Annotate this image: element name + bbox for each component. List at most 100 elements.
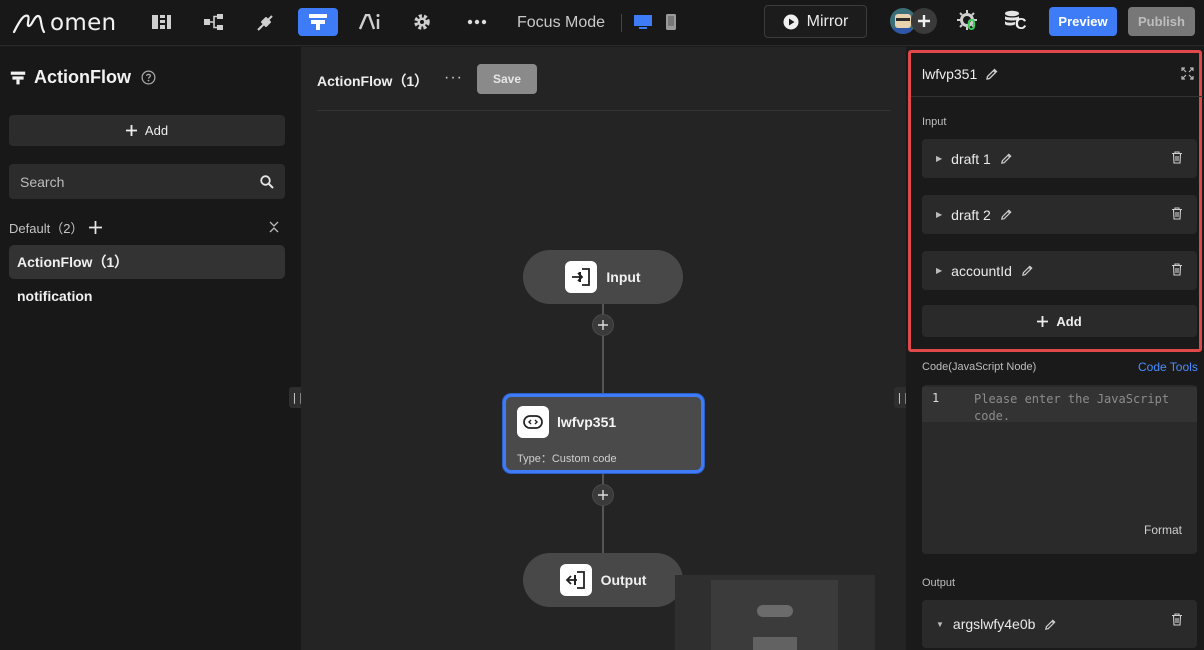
add-label: Add (144, 123, 169, 138)
node-config-panel: lwfvp351 Input ▶ draft 1 ▶ draft 2 ▶ acc… (906, 47, 1204, 650)
group-label: Default（2） (9, 220, 84, 236)
edit-pencil-icon[interactable] (1021, 264, 1034, 277)
edit-pencil-icon[interactable] (985, 67, 999, 81)
more-button[interactable] (457, 8, 497, 36)
plugin-icon (257, 15, 273, 31)
settings-button[interactable] (402, 8, 442, 36)
help-icon[interactable] (141, 70, 156, 85)
canvas-header-divider (317, 110, 890, 111)
output-node-icon (559, 564, 592, 596)
output-node[interactable]: Output (523, 553, 683, 607)
pages-icon (152, 15, 171, 29)
add-actionflow-button[interactable]: Add (9, 115, 285, 146)
plus-icon (918, 15, 930, 27)
group-header[interactable]: Default（2） (9, 218, 285, 236)
param-name: argslwfy4e0b (952, 616, 1036, 632)
input-param-accountid[interactable]: ▶ accountId (922, 251, 1197, 290)
toolbar-divider (621, 14, 622, 32)
focus-mode-label[interactable]: Focus Mode (517, 14, 605, 32)
plugin-button[interactable] (246, 8, 286, 36)
code-editor[interactable]: 1 Please enter the JavaScript code. Form… (922, 385, 1197, 554)
sidebar-item-actionflow-1[interactable]: ActionFlow（1） (9, 245, 285, 279)
trash-icon[interactable] (1171, 207, 1183, 223)
logo-m-icon (12, 14, 46, 34)
trash-icon[interactable] (1171, 613, 1183, 629)
logo-text: omen (50, 10, 117, 36)
plus-icon (598, 320, 608, 330)
code-tools-link[interactable]: Code Tools (1138, 360, 1198, 374)
actionflow-button[interactable] (298, 8, 338, 36)
preview-button[interactable]: Preview (1049, 7, 1117, 36)
caret-right-icon[interactable]: ▶ (936, 266, 942, 275)
edit-pencil-icon[interactable] (1000, 208, 1013, 221)
code-node-name: lwfvp351 (557, 414, 617, 430)
publish-button[interactable]: Publish (1128, 7, 1195, 36)
more-icon (467, 19, 487, 25)
output-node-label: Output (600, 572, 647, 588)
desktop-view-button[interactable] (626, 8, 660, 36)
login-icon (572, 268, 591, 286)
debug-button[interactable]: 0 (956, 9, 984, 37)
plus-icon (1037, 315, 1049, 327)
actionflow-icon (309, 14, 327, 30)
code-node-type: Type：Custom code (517, 453, 617, 465)
node-name-header: lwfvp351 (922, 66, 999, 82)
add-collaborator-button[interactable] (911, 8, 937, 34)
mobile-view-button[interactable] (656, 8, 686, 36)
logout-icon (565, 571, 585, 589)
trash-icon[interactable] (1171, 151, 1183, 167)
actionflow-sidebar: ActionFlow Add Search Default（2） ActionF… (0, 47, 301, 650)
panel-header-divider (911, 96, 1203, 97)
trash-icon[interactable] (1171, 263, 1183, 279)
add-input-button[interactable]: Add (922, 305, 1197, 337)
input-node-label: Input (606, 269, 641, 285)
input-param-draft-1[interactable]: ▶ draft 1 (922, 139, 1197, 178)
add-input-label: Add (1056, 313, 1082, 329)
hierarchy-button[interactable] (194, 8, 234, 36)
mirror-button[interactable]: Mirror (764, 5, 867, 38)
sidebar-title: ActionFlow (10, 67, 156, 88)
caret-right-icon[interactable]: ▶ (936, 154, 942, 163)
output-param[interactable]: ▼ argslwfy4e0b (922, 600, 1197, 648)
sidebar-title-text: ActionFlow (34, 67, 131, 87)
add-node-button-1[interactable] (592, 314, 614, 336)
code-node[interactable]: lwfvp351 Type：Custom code (503, 394, 704, 473)
input-param-draft-2[interactable]: ▶ draft 2 (922, 195, 1197, 234)
canvas-more-button[interactable]: ··· (444, 69, 463, 87)
settings-icon (414, 14, 430, 30)
plus-icon (125, 125, 137, 136)
caret-right-icon[interactable]: ▶ (936, 210, 942, 219)
hierarchy-icon (204, 14, 223, 30)
minimap-node (757, 605, 793, 617)
search-placeholder: Search (20, 173, 65, 190)
code-node-icon (517, 406, 549, 438)
database-button[interactable]: C (1003, 10, 1029, 36)
canvas-title: ActionFlow（1） (317, 73, 429, 89)
add-node-button-2[interactable] (592, 484, 614, 506)
flow-canvas[interactable]: ActionFlow（1） ··· Save Input lwfvp351 Ty… (301, 47, 906, 650)
add-group-item-icon[interactable] (89, 220, 103, 234)
sidebar-item-notification[interactable]: notification (9, 279, 285, 313)
ai-button[interactable] (350, 8, 390, 36)
database-letter: C (1015, 16, 1027, 33)
mirror-label: Mirror (806, 12, 849, 30)
expand-icon[interactable] (1181, 67, 1194, 80)
momen-logo[interactable]: omen (12, 9, 116, 37)
play-icon (783, 14, 799, 29)
edit-pencil-icon[interactable] (1000, 152, 1013, 165)
caret-down-icon[interactable]: ▼ (936, 620, 944, 629)
top-bar: omen Focus Mode Mirror 0 C Preview Publi… (0, 0, 1204, 46)
input-node-icon (565, 261, 598, 293)
minimap[interactable] (675, 575, 875, 650)
input-node[interactable]: Input (523, 250, 683, 304)
desktop-icon (634, 15, 652, 29)
search-input[interactable]: Search (9, 164, 285, 199)
format-button[interactable]: Format (1144, 523, 1182, 537)
node-name: lwfvp351 (922, 66, 978, 82)
param-name: draft 2 (951, 206, 991, 223)
pages-button[interactable] (142, 8, 182, 36)
code-section-label: Code(JavaScript Node) (922, 361, 1037, 373)
collapse-icon[interactable] (269, 221, 279, 233)
edit-pencil-icon[interactable] (1044, 618, 1057, 631)
save-button[interactable]: Save (477, 64, 537, 94)
